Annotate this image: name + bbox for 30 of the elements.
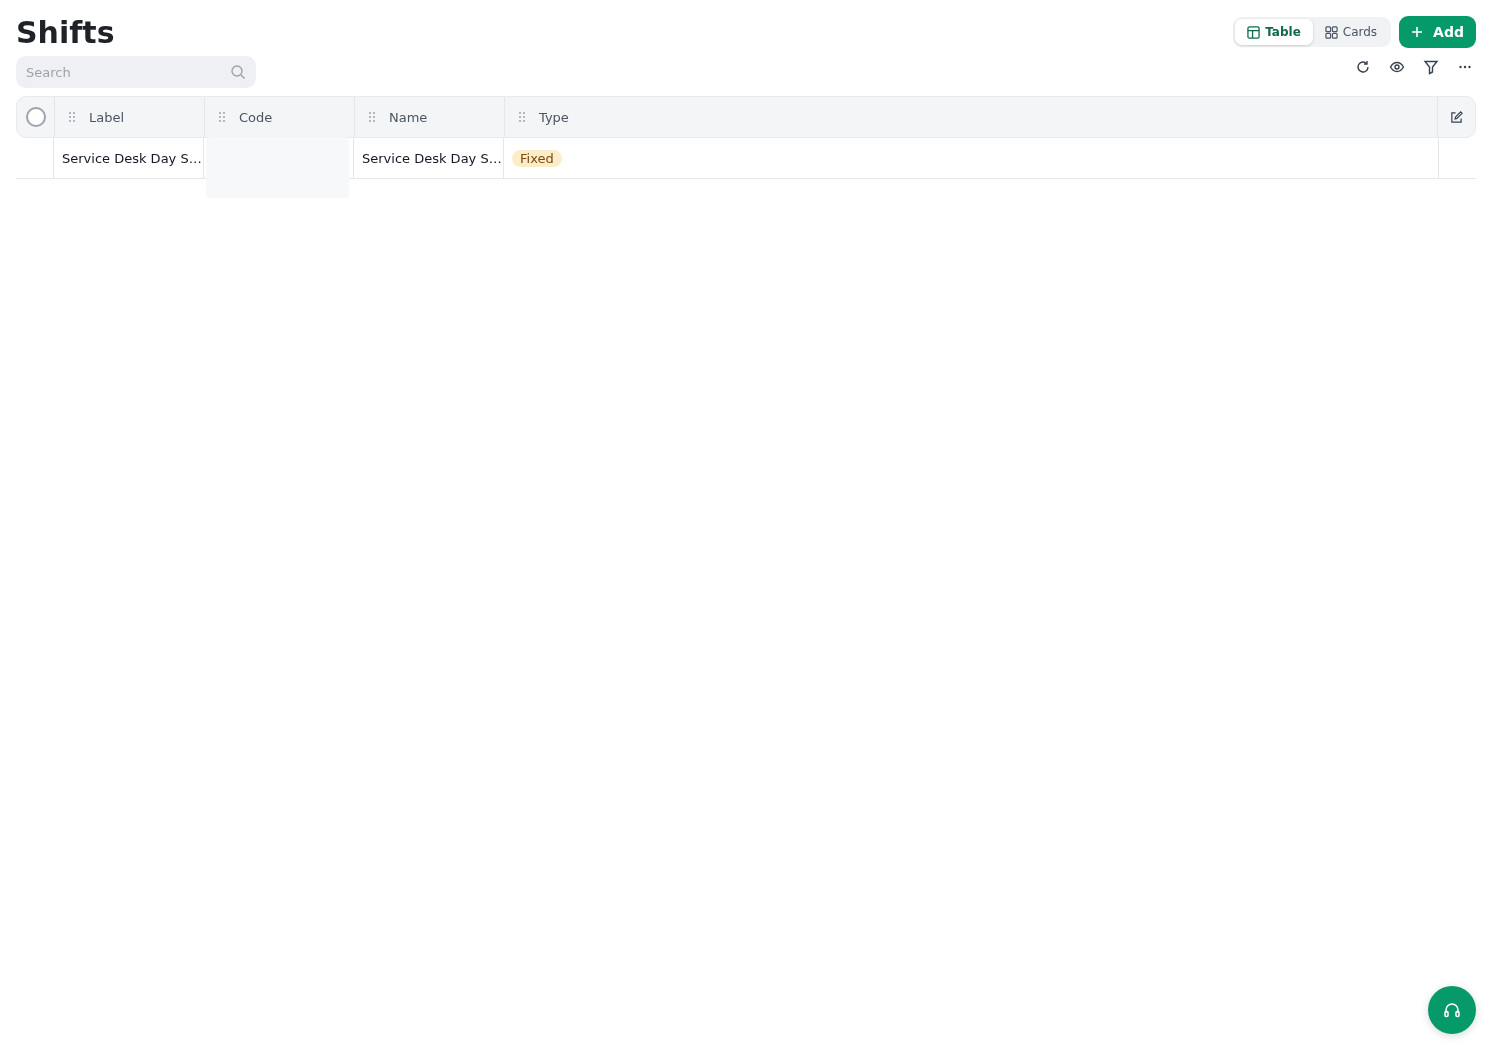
headphones-icon [1442,1000,1462,1020]
eye-icon [1389,59,1405,75]
edit-icon [1450,110,1463,124]
filter-icon [1423,59,1439,75]
view-tab[interactable]: Table [1235,19,1313,45]
select-all-checkbox[interactable] [25,107,46,127]
column-header[interactable]: Type [505,97,1438,137]
plus-icon [1411,26,1424,38]
search-icon [230,64,246,80]
column-label: Label [89,109,125,125]
column-label: Type [539,109,569,125]
add-button[interactable]: Add [1399,16,1476,48]
refresh-icon [1355,59,1371,75]
type-tag: Fixed [512,149,562,167]
column-header[interactable]: Name [355,97,505,137]
search-field[interactable]: Search [16,56,256,88]
drag-handle-icon [369,112,375,122]
table-cell: Service Desk Day S… [362,150,502,166]
page-title: Shifts [16,14,116,52]
view-tab[interactable]: Cards [1312,19,1390,45]
table-icon [1247,25,1261,39]
column-header[interactable]: Label [55,97,205,137]
grid-icon [1324,25,1338,39]
support-button[interactable] [1428,986,1476,1034]
column-label: Code [239,109,273,125]
drag-handle-icon [519,112,525,122]
drag-handle-icon [219,112,225,122]
drag-handle-icon [69,112,75,122]
table-cell: Service Desk Day S… [62,150,202,166]
column-label: Name [389,109,428,125]
